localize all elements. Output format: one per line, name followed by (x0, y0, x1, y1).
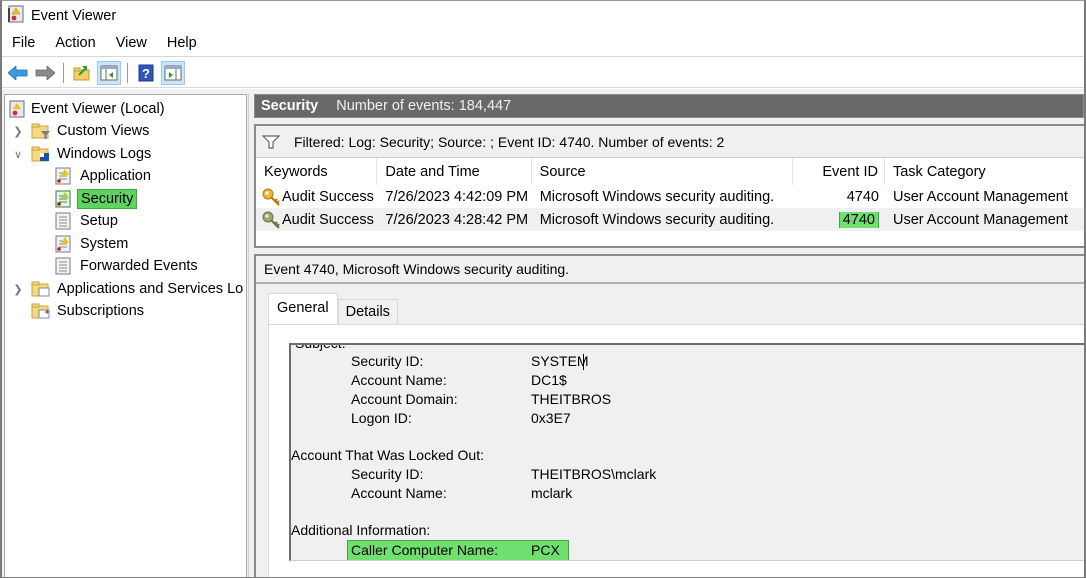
svg-text:?: ? (142, 66, 150, 81)
event-description[interactable]: Subject: Security ID: SYSTEM Account Nam… (289, 343, 1084, 561)
toolbar: ? (2, 58, 1084, 88)
filter-icon (262, 134, 280, 149)
window-title: Event Viewer (31, 7, 117, 24)
log-header: Security Number of events: 184,447 (254, 94, 1084, 118)
content-pane: Security Number of events: 184,447 Filte… (254, 94, 1084, 577)
event-id-cell: 4740 (793, 211, 885, 228)
column-header-source[interactable]: Source (532, 158, 794, 185)
tree-item-applications-and-services-logs[interactable]: ❯ Applications and Services Lo (11, 278, 243, 300)
forward-arrow-icon (35, 65, 55, 80)
log-event-count: Number of events: 184,447 (336, 98, 512, 114)
chevron-down-icon[interactable]: ∨ (11, 148, 25, 161)
toolbar-separator (127, 62, 128, 83)
caller-computer-name-highlight: Caller Computer Name: PCX (347, 540, 569, 560)
back-button[interactable] (6, 61, 30, 85)
events-grid-header: Keywords Date and Time Source Event ID T… (256, 158, 1084, 185)
show-hide-action-pane-button[interactable] (161, 60, 185, 85)
event-row-selected[interactable]: Audit Success 7/26/2023 4:28:42 PM Micro… (256, 208, 1084, 231)
console-tree: Event Viewer (Local) ❯ Custom Views ∨ Wi… (4, 94, 247, 577)
events-list-pane: Filtered: Log: Security; Source: ; Event… (254, 124, 1084, 248)
general-tab-body: Subject: Security ID: SYSTEM Account Nam… (268, 324, 1084, 577)
toolbar-separator (63, 62, 64, 83)
description-field: Account Name: DC1$ (351, 372, 567, 388)
tree-item-windows-logs[interactable]: ∨ Windows Logs (11, 143, 151, 165)
log-icon (55, 212, 71, 230)
console-tree-icon (100, 65, 118, 80)
menu-action[interactable]: Action (55, 35, 95, 51)
source-cell: Microsoft Windows security auditing. (539, 188, 775, 205)
description-field: Account Name: mclark (351, 485, 573, 501)
event-id-cell: 4740 (846, 188, 879, 205)
event-viewer-app-icon (8, 5, 24, 26)
tree-item-event-viewer-local[interactable]: Event Viewer (Local) (9, 98, 165, 120)
task-category-cell: User Account Management (892, 188, 1068, 205)
chevron-right-icon[interactable]: ❯ (11, 283, 25, 296)
column-header-event-id[interactable]: Event ID (793, 158, 885, 185)
filter-bar: Filtered: Log: Security; Source: ; Event… (256, 126, 1084, 158)
source-cell: Microsoft Windows security auditing. (539, 211, 775, 228)
back-arrow-icon (8, 65, 28, 80)
menu-bar: File Action View Help (2, 30, 1084, 57)
folder-up-icon (73, 65, 90, 80)
action-pane-icon (164, 65, 182, 80)
highlighted-event-id: 4740 (838, 211, 879, 228)
description-field: Security ID: THEITBROS\mclark (351, 466, 657, 482)
column-header-keywords[interactable]: Keywords (256, 158, 378, 185)
tree-item-custom-views[interactable]: ❯ Custom Views (11, 120, 149, 142)
date-time-cell: 7/26/2023 4:28:42 PM (385, 211, 529, 228)
log-warning-icon (55, 235, 71, 253)
main-area: Event Viewer (Local) ❯ Custom Views ∨ Wi… (2, 89, 1084, 577)
tree-item-subscriptions[interactable]: Subscriptions (31, 300, 144, 322)
additional-info-heading: Additional Information: (291, 522, 431, 538)
task-category-cell: User Account Management (892, 211, 1068, 228)
log-name: Security (261, 98, 319, 114)
date-time-cell: 7/26/2023 4:42:09 PM (385, 188, 529, 205)
tab-details[interactable]: Details (337, 299, 398, 324)
show-hide-console-tree-button[interactable] (97, 60, 121, 85)
forward-button[interactable] (33, 61, 57, 85)
audit-success-key-icon (262, 188, 280, 206)
tree-item-system[interactable]: System (55, 233, 131, 255)
log-warning-icon (55, 167, 71, 185)
tree-item-setup[interactable]: Setup (55, 210, 121, 232)
column-header-task-category[interactable]: Task Category (885, 158, 1084, 185)
column-header-date-and-time[interactable]: Date and Time (377, 158, 532, 185)
title-bar: Event Viewer (2, 1, 1084, 30)
windows-logs-folder-icon (31, 146, 49, 162)
tree-item-application[interactable]: Application (55, 165, 154, 187)
locked-out-heading: Account That Was Locked Out: (291, 447, 484, 463)
help-icon: ? (138, 64, 154, 81)
tree-item-forwarded-events[interactable]: Forwarded Events (55, 255, 201, 277)
keywords-cell: Audit Success (256, 211, 377, 229)
folder-icon (31, 281, 50, 297)
chevron-right-icon[interactable]: ❯ (11, 125, 25, 138)
menu-view[interactable]: View (116, 35, 147, 51)
filter-description: Filtered: Log: Security; Source: ; Event… (294, 133, 725, 150)
subscriptions-folder-icon (31, 303, 50, 319)
event-row[interactable]: Audit Success 7/26/2023 4:42:09 PM Micro… (256, 185, 1084, 208)
event-viewer-window: Event Viewer File Action View Help ? Eve… (0, 0, 1086, 578)
details-tabs: General Details (268, 292, 398, 324)
filter-folder-icon (31, 123, 50, 139)
keywords-cell: Audit Success (256, 188, 377, 206)
description-field: Logon ID: 0x3E7 (351, 410, 571, 426)
log-security-icon (55, 190, 71, 208)
event-viewer-icon (9, 100, 25, 118)
description-field: Security ID: SYSTEM (351, 353, 589, 370)
menu-file[interactable]: File (12, 35, 35, 51)
audit-success-key-icon (262, 211, 280, 229)
text-cursor (583, 354, 584, 370)
up-one-level-button[interactable] (70, 61, 94, 85)
log-icon (55, 257, 71, 275)
description-field: Account Domain: THEITBROS (351, 391, 612, 407)
tab-general[interactable]: General (268, 293, 338, 324)
tree-item-security[interactable]: Security (55, 188, 138, 210)
event-details-title: Event 4740, Microsoft Windows security a… (256, 256, 1084, 284)
help-button[interactable]: ? (134, 61, 158, 85)
menu-help[interactable]: Help (167, 35, 197, 51)
event-details-pane: Event 4740, Microsoft Windows security a… (254, 254, 1084, 577)
